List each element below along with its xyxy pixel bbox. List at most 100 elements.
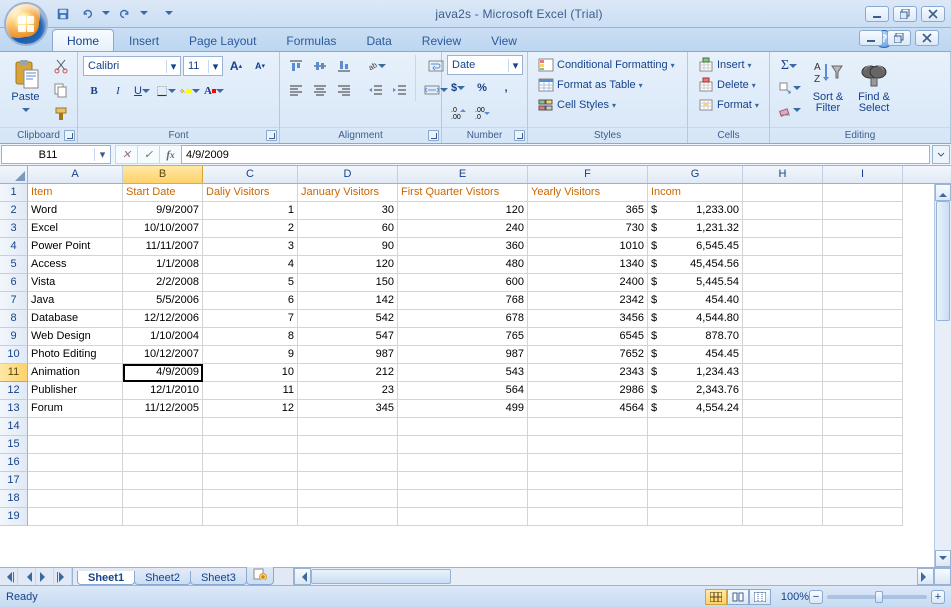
insert-function-button[interactable]: fx [159, 145, 181, 164]
orientation-button[interactable]: ab [365, 55, 387, 77]
cell-E3[interactable]: 240 [398, 220, 528, 238]
scroll-up-button[interactable] [935, 184, 951, 201]
cell-F10[interactable]: 7652 [528, 346, 648, 364]
cell-E15[interactable] [398, 436, 528, 454]
cell-I8[interactable] [823, 310, 903, 328]
cell-E9[interactable]: 765 [398, 328, 528, 346]
cell-G14[interactable] [648, 418, 743, 436]
row-header-2[interactable]: 2 [0, 202, 28, 220]
vertical-scrollbar[interactable] [934, 184, 951, 567]
cell-I18[interactable] [823, 490, 903, 508]
sort-filter-button[interactable]: AZ Sort & Filter [807, 55, 849, 117]
col-header-G[interactable]: G [648, 166, 743, 183]
cell-B5[interactable]: 1/1/2008 [123, 256, 203, 274]
sheet-tab-sheet3[interactable]: Sheet3 [190, 571, 247, 585]
cell-I9[interactable] [823, 328, 903, 346]
cell-A8[interactable]: Database [28, 310, 123, 328]
insert-cells-button[interactable]: Insert▾ [693, 55, 757, 75]
cell-D9[interactable]: 547 [298, 328, 398, 346]
cell-D15[interactable] [298, 436, 398, 454]
cell-E5[interactable]: 480 [398, 256, 528, 274]
cell-F18[interactable] [528, 490, 648, 508]
cell-F6[interactable]: 2400 [528, 274, 648, 292]
cell-D13[interactable]: 345 [298, 400, 398, 418]
cell-H14[interactable] [743, 418, 823, 436]
decrease-decimal-button[interactable]: .00.0 [471, 101, 493, 123]
fill-button[interactable] [775, 77, 803, 99]
redo-dropdown-icon[interactable] [140, 11, 148, 19]
cell-A12[interactable]: Publisher [28, 382, 123, 400]
cell-B19[interactable] [123, 508, 203, 526]
cell-H7[interactable] [743, 292, 823, 310]
number-dialog-launcher[interactable] [514, 130, 525, 141]
cell-H5[interactable] [743, 256, 823, 274]
cell-B12[interactable]: 12/1/2010 [123, 382, 203, 400]
undo-dropdown-icon[interactable] [102, 11, 110, 19]
cell-B11[interactable]: 4/9/2009 [123, 364, 203, 382]
cell-D18[interactable] [298, 490, 398, 508]
row-header-14[interactable]: 14 [0, 418, 28, 436]
cell-C7[interactable]: 6 [203, 292, 298, 310]
cell-D8[interactable]: 542 [298, 310, 398, 328]
scroll-thumb[interactable] [936, 201, 950, 321]
cell-F1[interactable]: Yearly Visitors [528, 184, 648, 202]
zoom-thumb[interactable] [875, 591, 883, 603]
cell-F11[interactable]: 2343 [528, 364, 648, 382]
cell-E2[interactable]: 120 [398, 202, 528, 220]
cell-H10[interactable] [743, 346, 823, 364]
cell-A1[interactable]: Item [28, 184, 123, 202]
clear-button[interactable] [775, 99, 803, 121]
number-format-combo[interactable]: Date▾ [447, 55, 523, 75]
cell-C10[interactable]: 9 [203, 346, 298, 364]
cell-D17[interactable] [298, 472, 398, 490]
cell-B17[interactable] [123, 472, 203, 490]
row-header-17[interactable]: 17 [0, 472, 28, 490]
cell-H6[interactable] [743, 274, 823, 292]
workbook-restore-button[interactable] [887, 30, 911, 46]
hscroll-thumb[interactable] [311, 569, 451, 584]
cell-G18[interactable] [648, 490, 743, 508]
close-button[interactable] [921, 6, 945, 22]
accounting-format-button[interactable]: $ [447, 77, 469, 99]
conditional-formatting-button[interactable]: Conditional Formatting▾ [533, 55, 680, 75]
cell-F3[interactable]: 730 [528, 220, 648, 238]
clipboard-dialog-launcher[interactable] [64, 130, 75, 141]
cell-B6[interactable]: 2/2/2008 [123, 274, 203, 292]
border-button[interactable] [155, 80, 177, 102]
cell-H8[interactable] [743, 310, 823, 328]
cell-C9[interactable]: 8 [203, 328, 298, 346]
cell-B18[interactable] [123, 490, 203, 508]
cell-I17[interactable] [823, 472, 903, 490]
cell-H12[interactable] [743, 382, 823, 400]
cell-B16[interactable] [123, 454, 203, 472]
cell-A16[interactable] [28, 454, 123, 472]
cell-F7[interactable]: 2342 [528, 292, 648, 310]
cell-E17[interactable] [398, 472, 528, 490]
cell-G16[interactable] [648, 454, 743, 472]
col-header-A[interactable]: A [28, 166, 123, 183]
cell-F15[interactable] [528, 436, 648, 454]
alignment-dialog-launcher[interactable] [428, 130, 439, 141]
row-header-6[interactable]: 6 [0, 274, 28, 292]
ribbon-tab-data[interactable]: Data [351, 29, 406, 51]
tab-nav-last[interactable]: | [54, 568, 72, 585]
cell-H19[interactable] [743, 508, 823, 526]
cell-B2[interactable]: 9/9/2007 [123, 202, 203, 220]
cell-A15[interactable] [28, 436, 123, 454]
col-header-B[interactable]: B [123, 166, 203, 183]
align-middle-button[interactable] [309, 55, 331, 77]
sheet-tab-sheet1[interactable]: Sheet1 [77, 571, 135, 585]
cell-I15[interactable] [823, 436, 903, 454]
cell-H18[interactable] [743, 490, 823, 508]
cell-H3[interactable] [743, 220, 823, 238]
cell-A13[interactable]: Forum [28, 400, 123, 418]
cell-A18[interactable] [28, 490, 123, 508]
undo-icon[interactable] [78, 5, 96, 23]
cell-F4[interactable]: 1010 [528, 238, 648, 256]
cell-E11[interactable]: 543 [398, 364, 528, 382]
italic-button[interactable]: I [107, 80, 129, 102]
format-cells-button[interactable]: Format▾ [693, 95, 764, 115]
cell-D4[interactable]: 90 [298, 238, 398, 256]
cell-I5[interactable] [823, 256, 903, 274]
cell-A9[interactable]: Web Design [28, 328, 123, 346]
